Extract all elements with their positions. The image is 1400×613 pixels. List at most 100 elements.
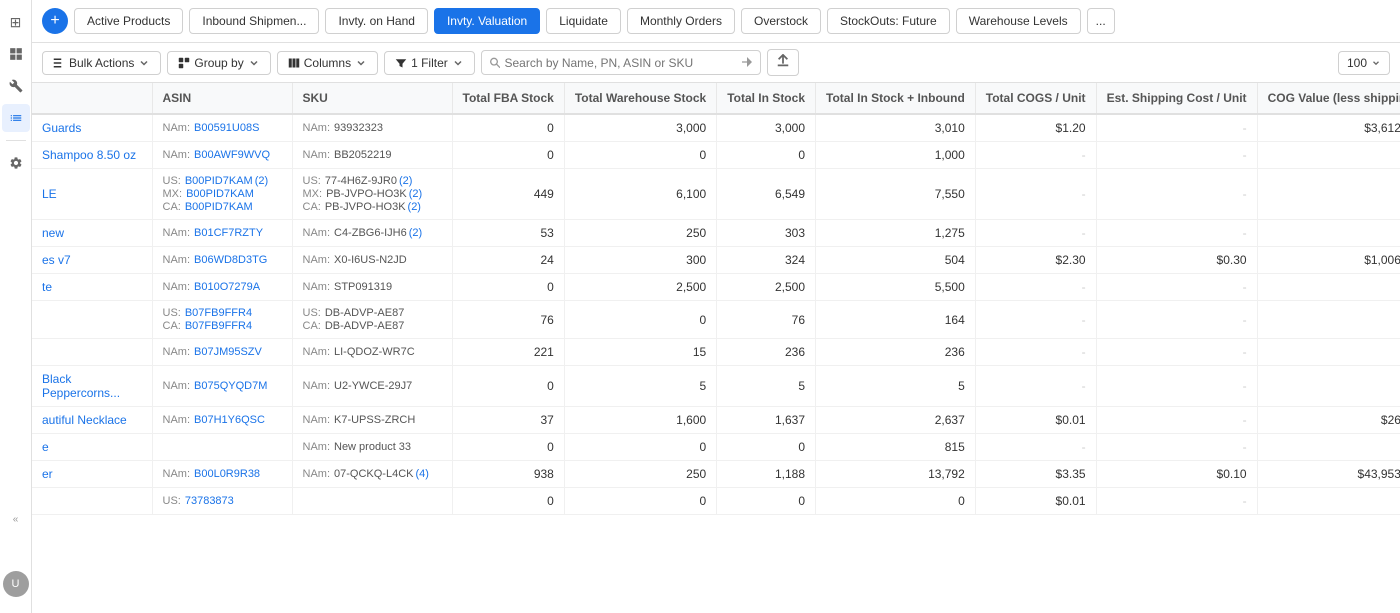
cell-total-in: 0 (717, 142, 816, 169)
page-size-selector[interactable]: 100 (1338, 51, 1390, 75)
asin-link[interactable]: B00PID7KAM (185, 175, 253, 187)
asin-link[interactable]: B07JM95SZV (194, 346, 262, 358)
product-name-link[interactable]: LE (42, 187, 57, 201)
cell-total-in: 2,500 (717, 274, 816, 301)
tab-active-products[interactable]: Active Products (74, 8, 183, 34)
tab-monthly-orders[interactable]: Monthly Orders (627, 8, 735, 34)
cell-value: 0 (700, 148, 707, 162)
product-name-link[interactable]: er (42, 467, 53, 481)
asin-link[interactable]: B00AWF9WVQ (194, 149, 270, 161)
empty-value: - (1243, 345, 1247, 359)
cell-value: 37 (540, 413, 553, 427)
cell-value: $26.37 (1381, 413, 1400, 427)
product-name-link[interactable]: Shampoo 8.50 oz (42, 148, 136, 162)
cell-shipping-cost: - (1096, 301, 1257, 339)
collapse-sidebar-btn[interactable]: « (0, 505, 31, 533)
cell-value: 3,000 (676, 121, 706, 135)
col-inbound: Total In Stock + Inbound (816, 83, 976, 114)
search-submit-button[interactable] (742, 55, 752, 70)
asin-link[interactable]: B01CF7RZTY (194, 227, 263, 239)
cell-asin: US:B07FB9FFR4CA:B07FB9FFR4 (152, 301, 292, 339)
page-size-chevron (1371, 58, 1381, 68)
cell-cogs: $3.35 (975, 461, 1096, 488)
asin-link[interactable]: B06WD8D3TG (194, 254, 267, 266)
cell-total-in: 1,188 (717, 461, 816, 488)
asin-link[interactable]: B07FB9FFR4 (185, 307, 252, 319)
table-row: newNAm:B01CF7RZTYNAm:C4-ZBG6-IJH6(2)5325… (32, 220, 1400, 247)
empty-value: - (1243, 413, 1247, 427)
cell-fba: 221 (452, 339, 564, 366)
cell-warehouse: 250 (564, 220, 716, 247)
filter-icon (395, 57, 407, 69)
cell-fba: 938 (452, 461, 564, 488)
cell-fba: 37 (452, 407, 564, 434)
product-name-link[interactable]: es v7 (42, 253, 71, 267)
cell-total-inbound: 5 (816, 366, 976, 407)
product-name-link[interactable]: autiful Necklace (42, 413, 127, 427)
more-tabs-button[interactable]: ... (1087, 8, 1115, 34)
products-icon[interactable] (2, 40, 30, 68)
product-name-link[interactable]: te (42, 280, 52, 294)
sku-value: X0-I6US-N2JD (334, 254, 407, 266)
asin-link[interactable]: B00L0R9R38 (194, 468, 260, 480)
sku-badge: (2) (409, 188, 422, 200)
product-name-link[interactable]: new (42, 226, 64, 240)
asin-link[interactable]: B00PID7KAM (185, 201, 253, 213)
cell-cogs: - (975, 339, 1096, 366)
wrench-icon[interactable] (2, 72, 30, 100)
sku-value: U2-YWCE-29J7 (334, 380, 412, 392)
bulk-actions-button[interactable]: Bulk Actions (42, 51, 161, 75)
cell-value: $0.30 (1217, 253, 1247, 267)
settings-icon[interactable] (2, 149, 30, 177)
table-body: GuardsNAm:B00591U08SNAm:9393232303,0003,… (32, 114, 1400, 515)
cell-value: 6,100 (676, 187, 706, 201)
empty-value: - (1243, 494, 1247, 508)
tab-invty-valuation[interactable]: Invty. Valuation (434, 8, 540, 34)
home-icon[interactable]: ⊞ (2, 8, 30, 36)
cell-warehouse: 0 (564, 434, 716, 461)
asin-link[interactable]: B00591U08S (194, 122, 259, 134)
chart-icon[interactable] (2, 104, 30, 132)
cell-fba: 0 (452, 114, 564, 142)
cell-asin: US:B00PID7KAM(2)MX:B00PID7KAMCA:B00PID7K… (152, 169, 292, 220)
group-by-icon (178, 57, 190, 69)
cell-cogs: $2.30 (975, 247, 1096, 274)
asin-link[interactable]: B07FB9FFR4 (185, 320, 252, 332)
asin-link[interactable]: B075QYQD7M (194, 380, 267, 392)
cell-value: 504 (945, 253, 965, 267)
upload-button[interactable] (767, 49, 799, 76)
tab-liquidate[interactable]: Liquidate (546, 8, 621, 34)
user-avatar[interactable]: U (2, 571, 29, 597)
cell-name: Black Peppercorns... (32, 366, 152, 407)
columns-button[interactable]: Columns (277, 51, 378, 75)
product-name-link[interactable]: e (42, 440, 49, 454)
table-row: Black Peppercorns...NAm:B075QYQD7MNAm:U2… (32, 366, 1400, 407)
asin-link[interactable]: B07H1Y6QSC (194, 414, 265, 426)
search-input[interactable] (504, 56, 737, 70)
asin-link[interactable]: B010O7279A (194, 281, 260, 293)
col-warehouse: Total Warehouse Stock (564, 83, 716, 114)
sku-value: New product 33 (334, 441, 411, 453)
group-by-button[interactable]: Group by (167, 51, 270, 75)
sku-badge: (2) (399, 175, 412, 187)
tab-warehouse-levels[interactable]: Warehouse Levels (956, 8, 1081, 34)
asin-link[interactable]: 73783873 (185, 495, 234, 507)
product-name-link[interactable]: Black Peppercorns... (42, 372, 120, 400)
filter-button[interactable]: 1 Filter (384, 51, 475, 75)
cell-warehouse: 2,500 (564, 274, 716, 301)
product-name-link[interactable]: Guards (42, 121, 81, 135)
cell-value: 250 (686, 467, 706, 481)
cell-value: 0 (547, 379, 554, 393)
tab-overstock[interactable]: Overstock (741, 8, 821, 34)
tab-inbound-shipments[interactable]: Inbound Shipmen... (189, 8, 319, 34)
tab-stockouts-future[interactable]: StockOuts: Future (827, 8, 950, 34)
cell-value: 2,500 (676, 280, 706, 294)
tab-invty-on-hand[interactable]: Invty. on Hand (325, 8, 428, 34)
table-row: teNAm:B010O7279ANAm:STP09131902,5002,500… (32, 274, 1400, 301)
cell-value: 236 (785, 345, 805, 359)
asin-link[interactable]: B00PID7KAM (186, 188, 254, 200)
add-tab-button[interactable]: + (42, 8, 68, 34)
cell-total-in: 324 (717, 247, 816, 274)
bulk-actions-label: Bulk Actions (69, 56, 134, 70)
cell-total-in: 0 (717, 488, 816, 515)
